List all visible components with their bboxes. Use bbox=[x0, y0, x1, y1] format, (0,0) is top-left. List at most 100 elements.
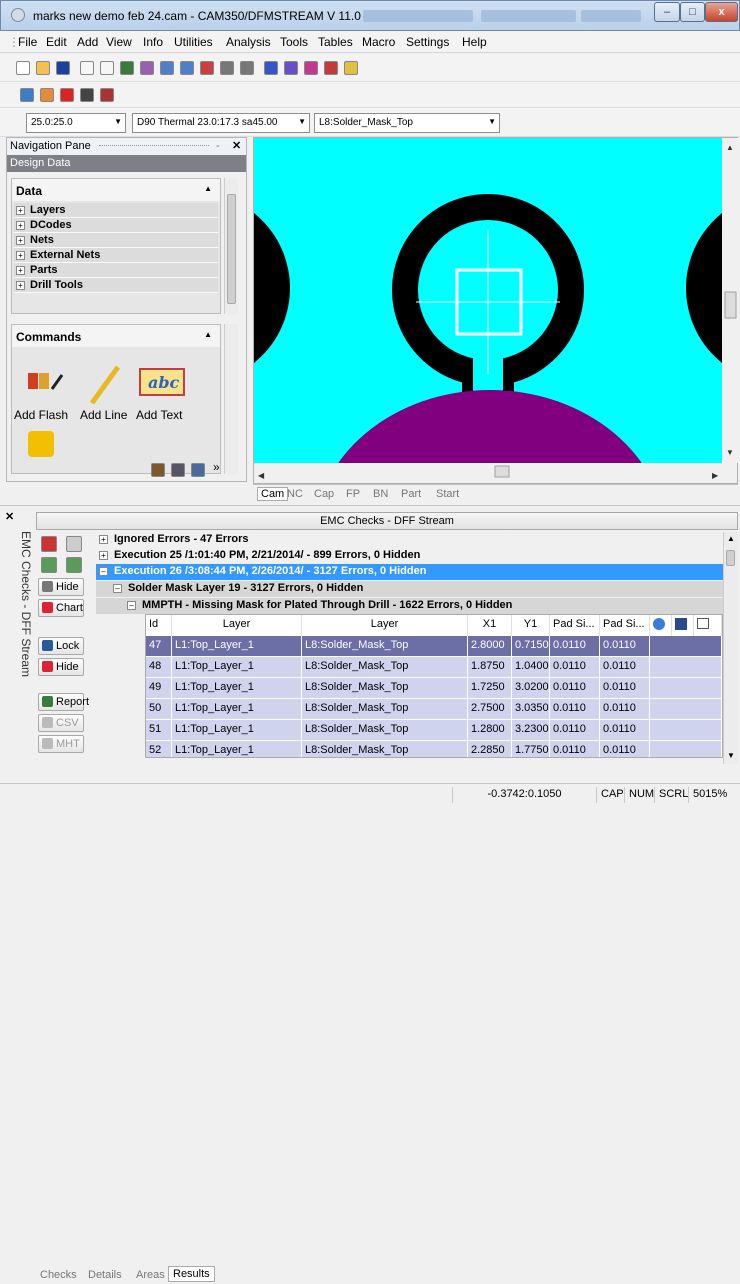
add-flash-label[interactable]: Add Flash bbox=[14, 408, 68, 422]
pane-grip[interactable] bbox=[99, 145, 209, 146]
design-data-header[interactable]: Design Data bbox=[7, 155, 246, 172]
expand-icon[interactable]: + bbox=[99, 551, 108, 560]
add-flash-icon[interactable] bbox=[28, 373, 64, 390]
collapse-icon[interactable]: ▲ bbox=[204, 330, 212, 339]
menu-analysis[interactable]: Analysis bbox=[226, 35, 271, 49]
column-header-pad-size-1[interactable]: Pad Si... bbox=[550, 615, 600, 636]
column-header-note[interactable] bbox=[672, 615, 694, 636]
layers-icon[interactable] bbox=[240, 61, 254, 75]
commands-panel-header[interactable]: Commands ▲ bbox=[12, 325, 220, 347]
draw-icon[interactable] bbox=[80, 61, 94, 75]
menu-macro[interactable]: Macro bbox=[362, 35, 395, 49]
cam-canvas[interactable]: ▲ ▼ ◀ ▶ bbox=[253, 137, 739, 485]
scroll-up-icon[interactable]: ▲ bbox=[727, 534, 735, 543]
snap-icon[interactable] bbox=[284, 61, 298, 75]
scrollbar-thumb[interactable] bbox=[227, 194, 236, 304]
tab-start[interactable]: Start bbox=[436, 488, 459, 500]
nav-footer-icon[interactable] bbox=[191, 463, 205, 477]
nav-footer-icon[interactable] bbox=[171, 463, 185, 477]
csv-button[interactable]: CSV bbox=[38, 714, 84, 732]
add-line-icon[interactable] bbox=[89, 365, 121, 405]
column-header-id[interactable]: Id bbox=[146, 615, 172, 636]
scroll-down-icon[interactable]: ▼ bbox=[726, 448, 734, 457]
menu-help[interactable]: Help bbox=[462, 35, 487, 49]
minimize-button[interactable]: – bbox=[654, 2, 680, 22]
add-text-icon[interactable]: abc bbox=[139, 368, 185, 396]
add-text-label[interactable]: Add Text bbox=[136, 408, 182, 422]
menu-settings[interactable]: Settings bbox=[406, 35, 449, 49]
run-icon[interactable] bbox=[41, 557, 57, 573]
menu-tables[interactable]: Tables bbox=[318, 35, 353, 49]
delete-icon[interactable] bbox=[60, 88, 74, 102]
save-icon[interactable] bbox=[56, 61, 70, 75]
column-header-layer-2[interactable]: Layer bbox=[302, 615, 468, 636]
cam-drawing[interactable]: ▲ ▼ ◀ ▶ bbox=[254, 138, 739, 485]
collapse-icon[interactable]: – bbox=[127, 601, 136, 610]
collapse-icon[interactable]: – bbox=[113, 584, 122, 593]
menu-file[interactable]: File bbox=[18, 35, 37, 49]
tree-row-solder-mask[interactable]: – Solder Mask Layer 19 - 3127 Errors, 0 H… bbox=[96, 581, 723, 597]
expand-icon[interactable]: + bbox=[16, 266, 25, 275]
tree-item-drill-tools[interactable]: + Drill Tools bbox=[14, 278, 218, 293]
tree-item-dcodes[interactable]: + DCodes bbox=[14, 218, 218, 233]
chart-button[interactable]: Chart bbox=[38, 599, 84, 617]
move-icon[interactable] bbox=[20, 88, 34, 102]
column-header-y1[interactable]: Y1 bbox=[512, 615, 550, 636]
menu-utilities[interactable]: Utilities bbox=[174, 35, 213, 49]
tab-results[interactable]: Results bbox=[168, 1266, 215, 1282]
nav-footer-icon[interactable] bbox=[151, 463, 165, 477]
report-button[interactable]: Report bbox=[38, 693, 89, 711]
overflow-icon[interactable]: » bbox=[213, 460, 220, 474]
delete-results-icon[interactable] bbox=[41, 536, 57, 552]
collapse-icon[interactable]: – bbox=[99, 567, 108, 576]
tree-item-nets[interactable]: + Nets bbox=[14, 233, 218, 248]
close-pane-icon[interactable]: ✕ bbox=[232, 139, 241, 152]
scrollbar-thumb[interactable] bbox=[726, 550, 735, 566]
tab-fp[interactable]: FP bbox=[346, 488, 360, 500]
close-button[interactable]: x bbox=[705, 2, 738, 22]
tree-item-parts[interactable]: + Parts bbox=[14, 263, 218, 278]
table-row[interactable]: 49 L1:Top_Layer_1 L8:Solder_Mask_Top 1.7250… bbox=[146, 678, 722, 699]
copy-icon[interactable] bbox=[40, 88, 54, 102]
scroll-right-icon[interactable]: ▶ bbox=[712, 471, 719, 480]
tree-item-external-nets[interactable]: + External Nets bbox=[14, 248, 218, 263]
tree-row-ignored[interactable]: + Ignored Errors - 47 Errors bbox=[96, 532, 252, 548]
hscroll-thumb[interactable] bbox=[494, 465, 510, 478]
open-icon[interactable] bbox=[36, 61, 50, 75]
expand-icon[interactable]: + bbox=[16, 251, 25, 260]
column-header-layer[interactable]: Layer bbox=[172, 615, 302, 636]
commands-scrollbar[interactable] bbox=[224, 324, 238, 474]
mirror-icon[interactable] bbox=[100, 88, 114, 102]
colors-icon[interactable] bbox=[324, 61, 338, 75]
results-scrollbar[interactable]: ▲ ▼ bbox=[723, 532, 738, 764]
redraw-icon[interactable] bbox=[120, 61, 134, 75]
menu-tools[interactable]: Tools bbox=[280, 35, 308, 49]
menu-add[interactable]: Add bbox=[77, 35, 98, 49]
ignore-icon[interactable] bbox=[66, 536, 82, 552]
new-icon[interactable] bbox=[16, 61, 30, 75]
column-header-pad-size-2[interactable]: Pad Si... bbox=[600, 615, 650, 636]
menu-view[interactable]: View bbox=[106, 35, 132, 49]
add-line-label[interactable]: Add Line bbox=[80, 408, 127, 422]
tab-areas[interactable]: Areas bbox=[136, 1269, 165, 1281]
tab-nc[interactable]: NC bbox=[287, 488, 303, 500]
tree-item-layers[interactable]: + Layers bbox=[14, 203, 218, 218]
column-header-highlight[interactable] bbox=[650, 615, 672, 636]
layer-combo[interactable]: L8:Solder_Mask_Top ▼ bbox=[314, 113, 500, 133]
column-header-x1[interactable]: X1 bbox=[468, 615, 512, 636]
expand-icon[interactable]: + bbox=[16, 206, 25, 215]
tree-row-execution-25[interactable]: + Execution 25 /1:01:40 PM, 2/21/2014/ - … bbox=[96, 548, 423, 564]
expand-icon[interactable]: + bbox=[99, 535, 108, 544]
grid-icon[interactable] bbox=[264, 61, 278, 75]
collapse-icon[interactable]: ▲ bbox=[204, 184, 212, 193]
zoom-all-icon[interactable] bbox=[200, 61, 214, 75]
data-scrollbar[interactable] bbox=[224, 178, 238, 314]
menu-info[interactable]: Info bbox=[143, 35, 163, 49]
zoom-window-icon[interactable] bbox=[140, 61, 154, 75]
maximize-button[interactable]: □ bbox=[680, 2, 705, 22]
hide-errors-button[interactable]: Hide bbox=[38, 658, 84, 676]
zoom-out-icon[interactable] bbox=[180, 61, 194, 75]
vscroll-thumb[interactable] bbox=[724, 291, 737, 319]
tree-row-execution-26[interactable]: – Execution 26 /3:08:44 PM, 2/26/2014/ - … bbox=[96, 564, 723, 580]
lock-button[interactable]: Lock bbox=[38, 637, 84, 655]
